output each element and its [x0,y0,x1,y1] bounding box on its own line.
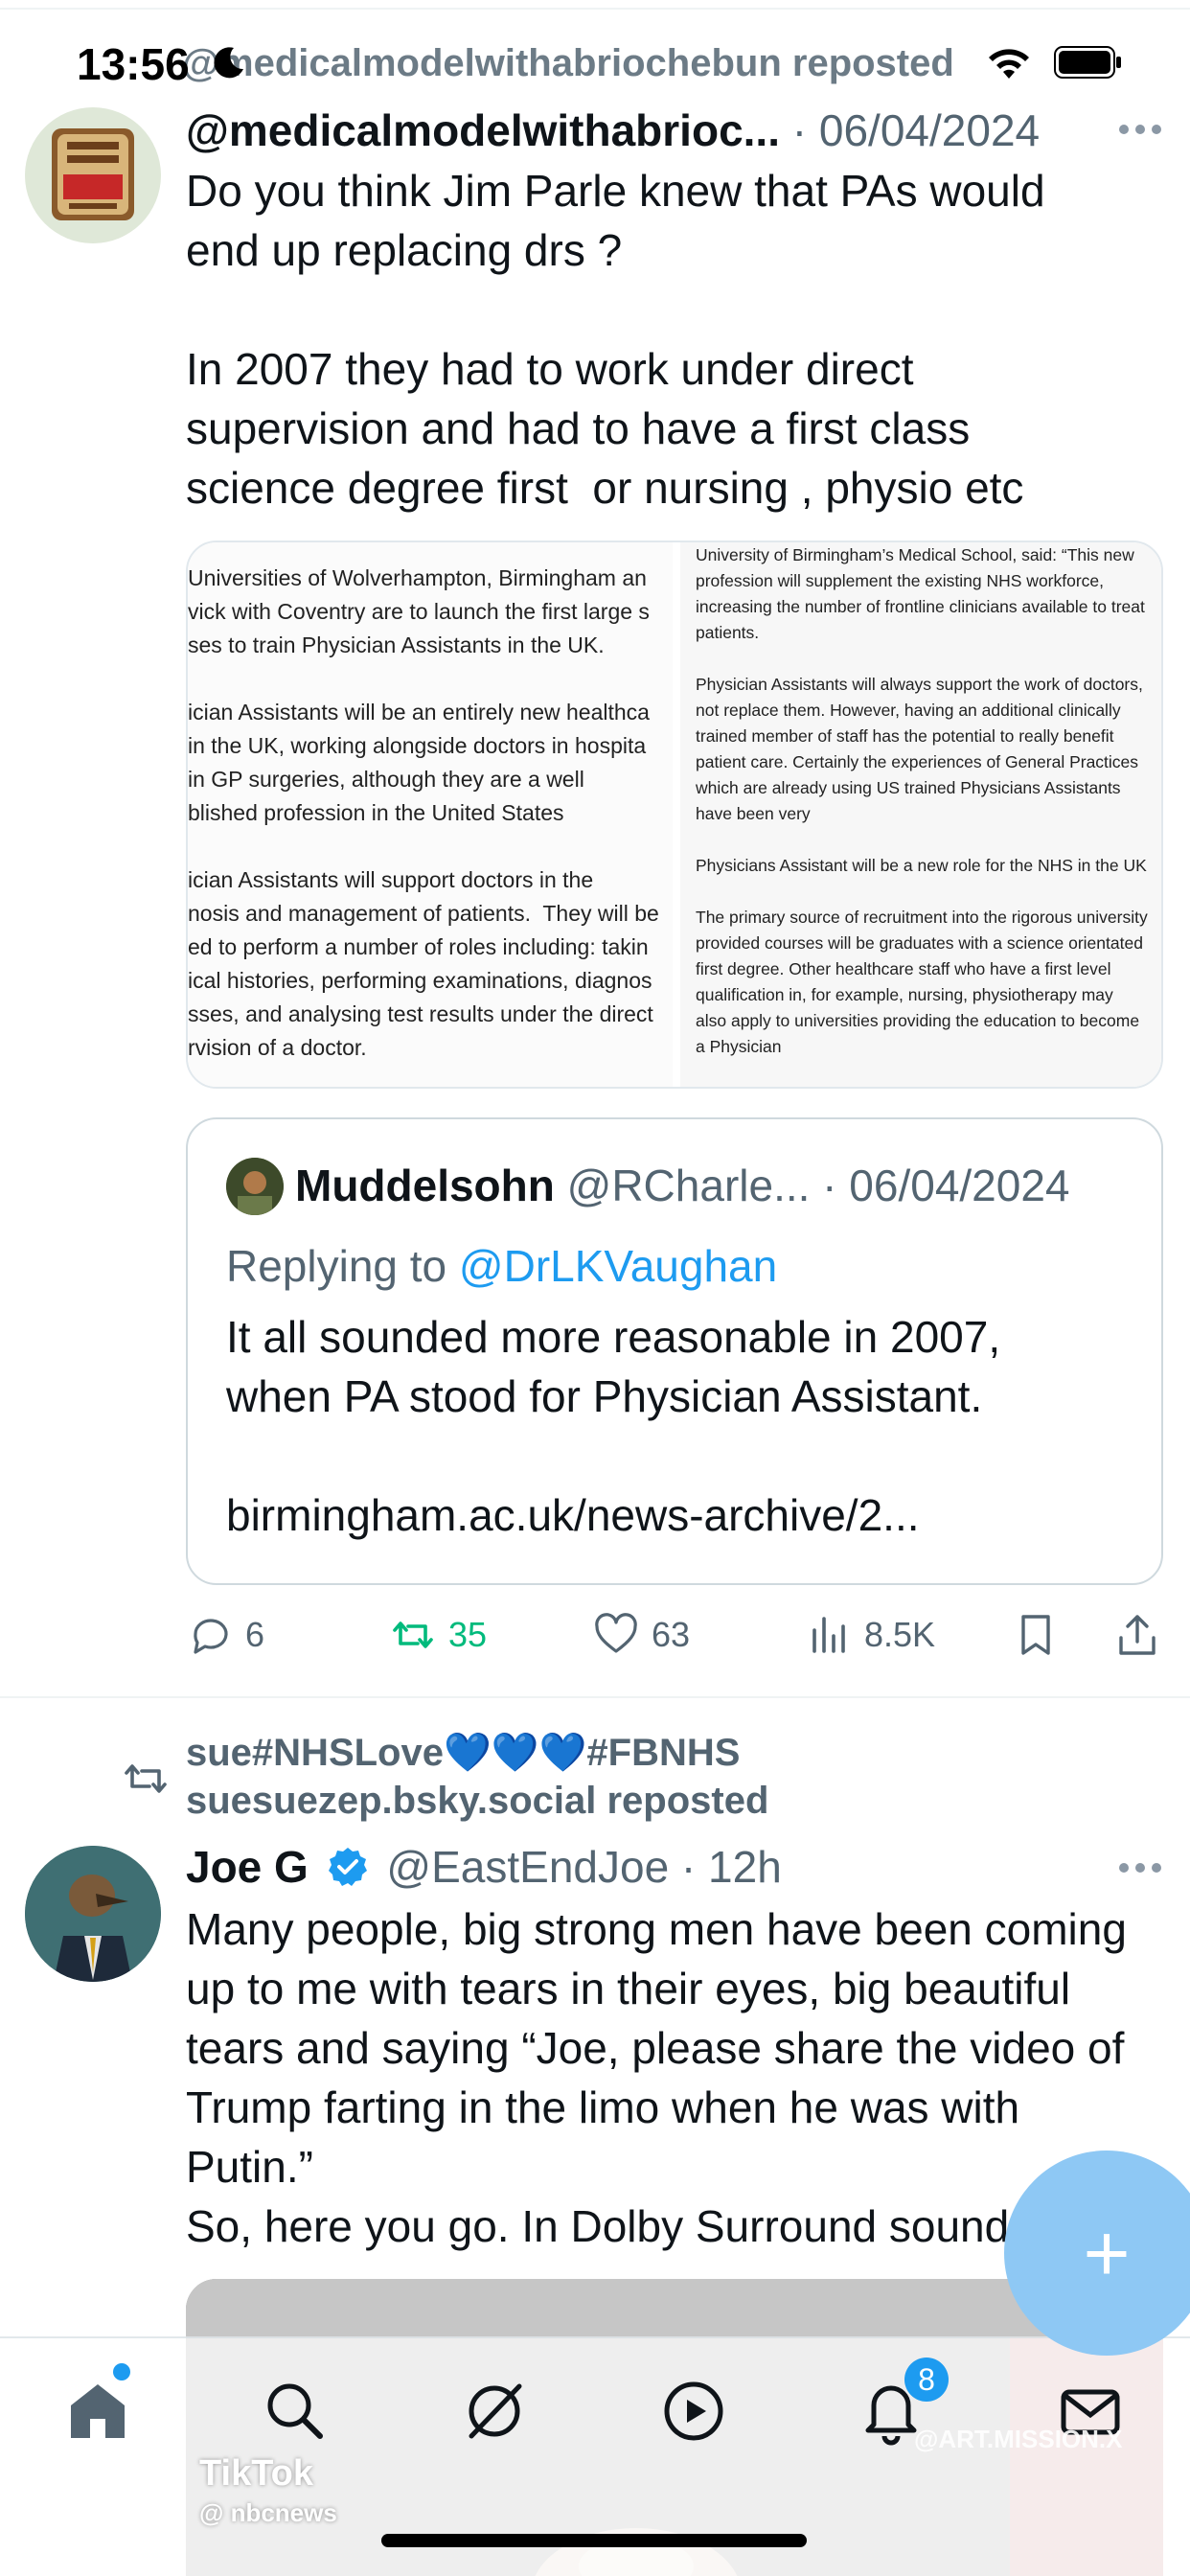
verified-badge-icon [328,1848,367,1886]
more-options-icon[interactable] [1119,125,1161,136]
quote-display-name: Muddelsohn [295,1161,555,1210]
media-image-right: University of Birmingham’s Medical Schoo… [676,542,1161,1087]
repost-context-line1: sue#NHSLove💙💙💙#FBNHS [186,1732,741,1774]
avatar-image [25,107,161,243]
replying-to-label: Replying to [226,1241,459,1291]
media-image-card[interactable]: Universities of Wolverhampton, Birmingha… [186,540,1163,1089]
quote-text: It all sounded more reasonable in 2007, … [226,1312,1001,1540]
more-options-icon[interactable] [1119,1863,1161,1874]
tiktok-watermark-handle: @ nbcnews [199,2498,337,2527]
display-name[interactable]: Joe G [186,1842,309,1892]
tweet-text: Do you think Jim Parle knew that PAs wou… [186,166,1045,513]
views-count: 8.5K [864,1615,936,1654]
repost-count: 35 [448,1615,488,1654]
avatar[interactable] [25,1846,161,1982]
wifi-icon [989,49,1029,79]
repost-context-line2: suesuezep.bsky.social reposted [186,1780,769,1822]
repost-context[interactable]: sue#NHSLove💙💙💙#FBNHS suesuezep.bsky.soci… [186,1729,768,1825]
compose-plus-icon: + [1083,2207,1131,2298]
tiktok-watermark: TikTok @ nbcnews [199,2453,337,2528]
reply-button[interactable]: 6 [186,1606,264,1664]
home-icon[interactable] [63,2377,132,2446]
search-icon[interactable] [261,2377,330,2446]
repost-button[interactable]: 35 [389,1606,487,1664]
like-button[interactable]: 63 [592,1606,690,1664]
reply-count: 6 [245,1615,265,1654]
bookmark-icon [1021,1615,1050,1655]
reply-icon [194,1619,228,1654]
repost-icon [393,1622,433,1648]
video-watermark: @ART.MISSION.X [914,2425,1123,2453]
tweet-handle-time[interactable]: @EastEndJoe · 12h [386,1842,781,1892]
avatar-image [25,1846,161,1982]
status-time: 13:56 [77,39,190,89]
media-image-left: Universities of Wolverhampton, Birmingha… [188,542,673,1087]
share-button[interactable] [1113,1606,1173,1664]
grok-icon[interactable] [460,2377,529,2446]
tweet[interactable]: @medicalmodelwithabrioc... · 06/04/2024 … [0,0,1190,1696]
views-button[interactable]: 8.5K [805,1606,935,1664]
tiktok-watermark-name: TikTok [199,2453,313,2494]
replying-to-link[interactable]: @DrLKVaughan [459,1241,777,1291]
media-right-text: University of Birmingham’s Medical Schoo… [696,545,1148,1056]
quote-replying-to: Replying to @DrLKVaughan [226,1238,777,1294]
bookmark-button[interactable] [1012,1606,1071,1664]
repost-indicator-icon [125,1764,167,1793]
quote-handle-date: @RCharle... · 06/04/2024 [566,1161,1070,1210]
battery-icon [1054,46,1121,79]
like-count: 63 [652,1615,691,1654]
quoted-tweet[interactable]: Muddelsohn @RCharle... · 06/04/2024 Repl… [186,1117,1163,1585]
views-icon [812,1617,845,1653]
tweet-actions: 6 35 63 8.5K [186,1606,1163,1664]
heart-icon [595,1613,637,1653]
home-indicator [381,2534,807,2547]
quote-avatar [226,1158,284,1215]
share-icon [1119,1615,1156,1655]
tweet-header: Joe G @EastEndJoe · 12h [186,1840,782,1894]
video-icon[interactable] [659,2377,728,2446]
moon-icon [214,47,243,79]
notification-badge: 8 [904,2358,949,2402]
home-unread-dot [113,2363,130,2380]
avatar[interactable] [25,107,161,243]
media-left-text: Universities of Wolverhampton, Birmingha… [188,565,659,1060]
quote-header: Muddelsohn @RCharle... · 06/04/2024 [295,1158,1070,1213]
status-bar: 13:56 [0,0,1190,125]
